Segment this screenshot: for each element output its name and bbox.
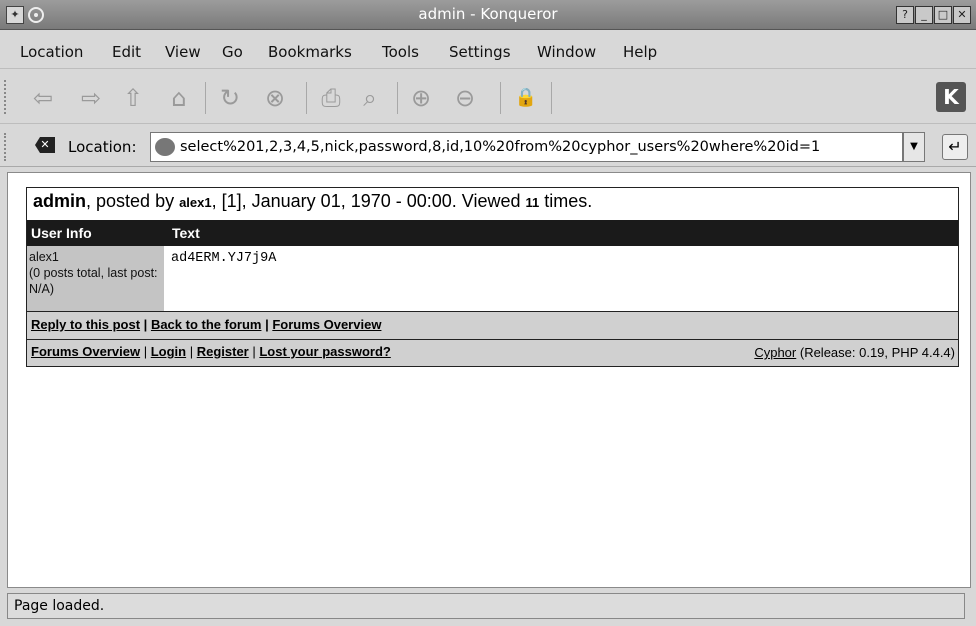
post-author: alex1	[179, 195, 212, 210]
stop-icon[interactable]: ⊗	[260, 83, 290, 113]
reload-icon[interactable]: ↻	[215, 83, 245, 113]
maximize-button[interactable]: □	[934, 6, 952, 24]
up-icon[interactable]: ⇧	[118, 83, 148, 113]
home-icon[interactable]: ⌂	[164, 83, 194, 113]
footer-forums-overview-link[interactable]: Forums Overview	[31, 344, 140, 359]
toolbar-separator	[551, 82, 552, 114]
user-info-cell: alex1 (0 posts total, last post: N/A)	[27, 246, 164, 311]
main-toolbar: ⇦ ⇨ ⇧ ⌂ ↻ ⊗ ⎙ ⌕ ⊕ ⊖ 🔒 K	[0, 70, 976, 124]
post-links: Reply to this post | Back to the forum |…	[27, 312, 958, 340]
toolbar-separator	[205, 82, 206, 114]
post-meta: , [1], January 01, 1970 - 00:00. Viewed	[211, 191, 526, 211]
user-stats: (0 posts total, last post: N/A)	[29, 266, 158, 296]
menu-go[interactable]: Go	[222, 43, 243, 61]
menu-view[interactable]: View	[165, 43, 201, 61]
forward-icon[interactable]: ⇨	[76, 83, 106, 113]
menu-tools[interactable]: Tools	[382, 43, 419, 61]
forums-overview-link[interactable]: Forums Overview	[272, 317, 381, 332]
security-lock-icon[interactable]: 🔒	[511, 83, 541, 113]
toolbar-grip[interactable]	[4, 133, 7, 161]
lost-password-link[interactable]: Lost your password?	[259, 344, 390, 359]
location-toolbar: ✕ Location: select%201,2,3,4,5,nick,pass…	[0, 125, 976, 167]
posted-by-text: , posted by	[86, 191, 180, 211]
forum-footer: Forums Overview | Login | Register | Los…	[27, 340, 958, 366]
clear-location-icon[interactable]: ✕	[35, 137, 55, 153]
user-name: alex1	[29, 250, 59, 264]
post-title: admin	[33, 191, 87, 211]
back-icon[interactable]: ⇦	[28, 83, 58, 113]
menu-location[interactable]: Location	[20, 43, 83, 61]
post-header: admin, posted by alex1, [1], January 01,…	[27, 188, 958, 220]
toolbar-separator	[306, 82, 307, 114]
post-row: alex1 (0 posts total, last post: N/A) ad…	[27, 246, 958, 312]
reply-link[interactable]: Reply to this post	[31, 317, 140, 332]
menu-window[interactable]: Window	[537, 43, 596, 61]
column-text: Text	[172, 225, 200, 241]
window-titlebar[interactable]: ✦ admin - Konqueror ? _ □ ✕	[0, 0, 976, 30]
toolbar-separator	[500, 82, 501, 114]
toolbar-grip[interactable]	[4, 80, 7, 114]
zoom-in-icon[interactable]: ⊕	[406, 83, 436, 113]
cyphor-link[interactable]: Cyphor	[754, 345, 796, 360]
help-button[interactable]: ?	[896, 6, 914, 24]
login-link[interactable]: Login	[151, 344, 186, 359]
views-suffix: times.	[539, 191, 593, 211]
url-history-dropdown[interactable]: ▼	[903, 132, 925, 162]
forum-post: admin, posted by alex1, [1], January 01,…	[26, 187, 959, 367]
minimize-button[interactable]: _	[915, 6, 933, 24]
location-label: Location:	[68, 138, 137, 156]
menu-bookmarks[interactable]: Bookmarks	[268, 43, 352, 61]
url-text[interactable]: select%201,2,3,4,5,nick,password,8,id,10…	[180, 139, 820, 155]
url-input[interactable]: select%201,2,3,4,5,nick,password,8,id,10…	[150, 132, 903, 162]
back-to-forum-link[interactable]: Back to the forum	[151, 317, 262, 332]
close-button[interactable]: ✕	[953, 6, 971, 24]
kde-logo-icon: K	[936, 82, 966, 112]
status-text: Page loaded.	[14, 598, 105, 614]
view-count: 11	[525, 195, 540, 210]
go-button[interactable]: ↵	[942, 134, 968, 160]
footer-credits: Cyphor (Release: 0.19, PHP 4.4.4)	[754, 345, 955, 360]
release-info: (Release: 0.19, PHP 4.4.4)	[796, 345, 955, 360]
menu-settings[interactable]: Settings	[449, 43, 511, 61]
status-bar: Page loaded.	[7, 593, 965, 619]
find-icon[interactable]: ⌕	[355, 83, 385, 113]
post-text: ad4ERM.YJ7j9A	[171, 251, 277, 266]
menu-help[interactable]: Help	[623, 43, 657, 61]
window-title: admin - Konqueror	[418, 5, 558, 23]
menu-bar: Location Edit View Go Bookmarks Tools Se…	[0, 31, 976, 69]
menu-edit[interactable]: Edit	[112, 43, 141, 61]
toolbar-separator	[397, 82, 398, 114]
page-content[interactable]: admin, posted by alex1, [1], January 01,…	[7, 172, 971, 588]
post-table-header: User Info Text	[27, 220, 958, 246]
favicon-icon	[155, 138, 175, 156]
column-user-info: User Info	[31, 225, 92, 241]
zoom-out-icon[interactable]: ⊖	[450, 83, 480, 113]
register-link[interactable]: Register	[197, 344, 249, 359]
print-icon[interactable]: ⎙	[316, 83, 346, 113]
